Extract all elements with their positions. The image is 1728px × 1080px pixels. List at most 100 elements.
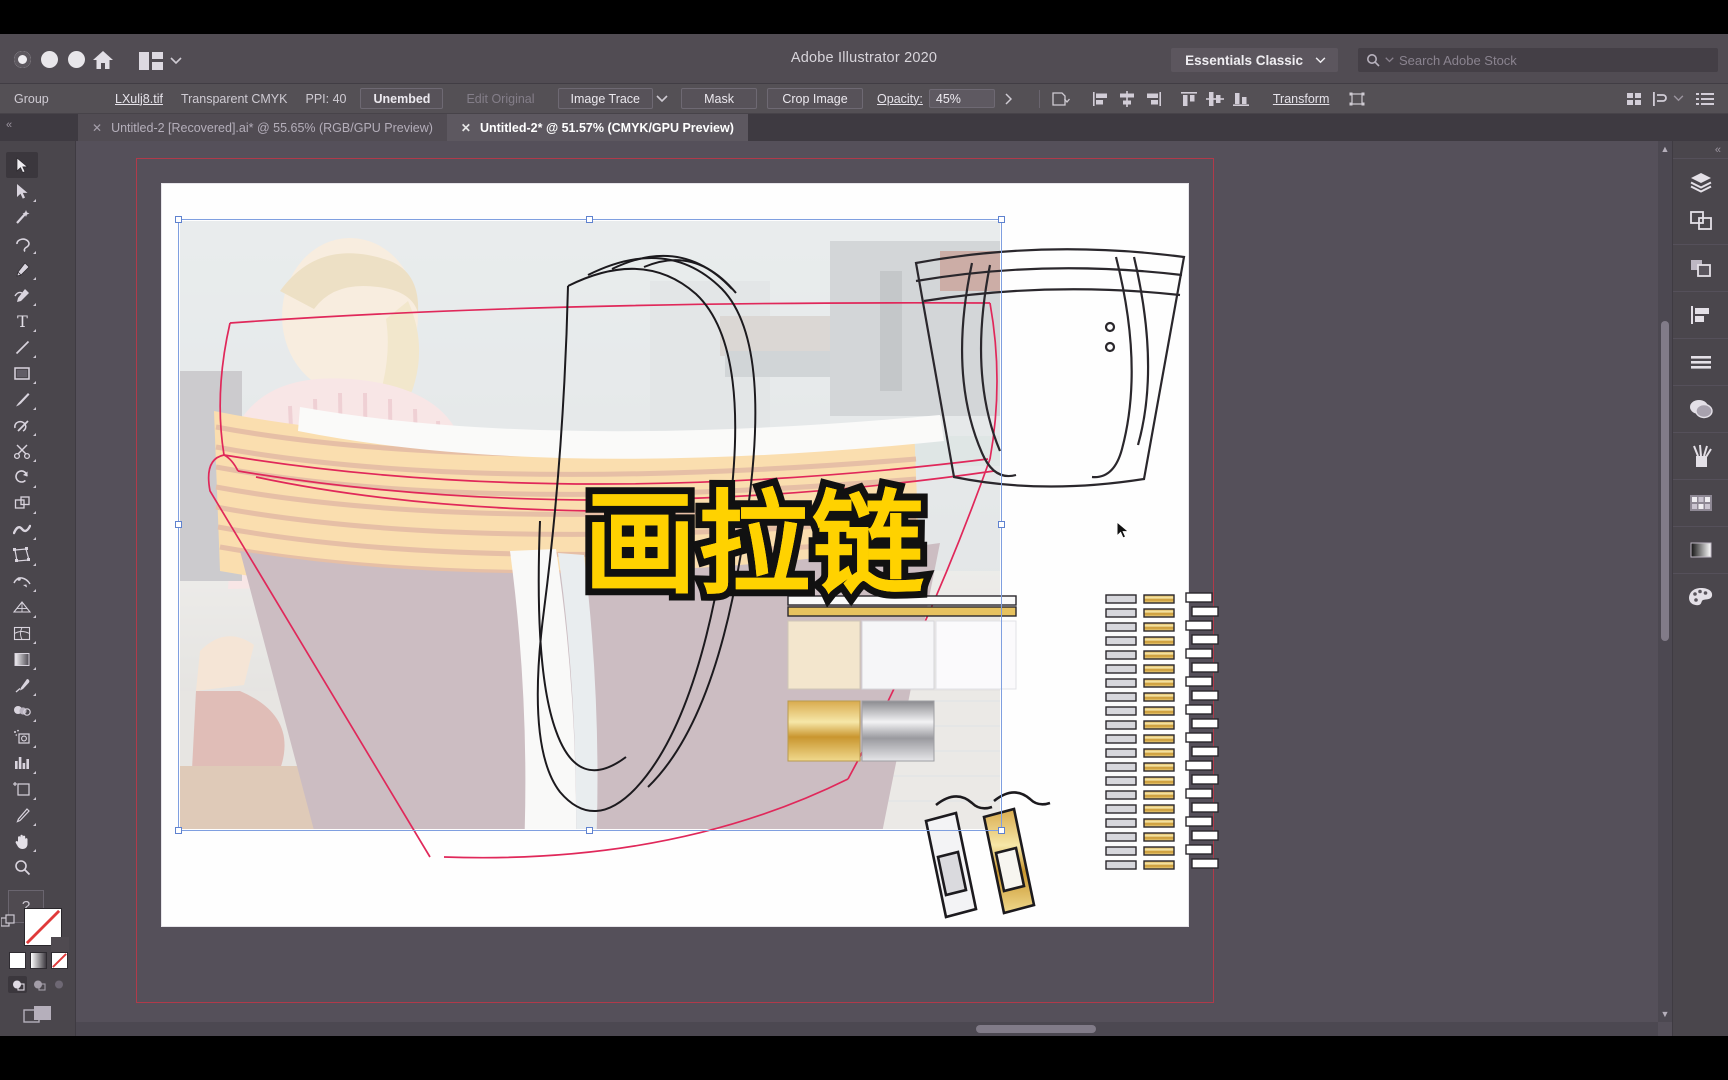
align-panel-button[interactable] [1681,299,1721,331]
align-left-icon[interactable] [1088,88,1114,110]
document-setup-icon[interactable] [1692,88,1718,110]
tools-panel-grip[interactable] [0,141,75,150]
stroke-panel-button[interactable] [1681,346,1721,378]
crop-image-button[interactable]: Crop Image [767,88,864,109]
workspace-switcher[interactable]: Essentials Classic [1171,48,1338,72]
close-tab-icon[interactable]: ✕ [461,121,471,135]
lasso-tool[interactable] [6,230,38,256]
color-panel-button[interactable] [1681,581,1721,613]
opacity-options-arrow[interactable] [995,88,1021,110]
document-tab-2[interactable]: ✕ Untitled-2* @ 51.57% (CMYK/GPU Preview… [446,114,748,141]
none-slash-icon [25,909,61,945]
mask-button[interactable]: Mask [681,88,758,109]
title-bar: Adobe Illustrator 2020 Essentials Classi… [0,34,1728,84]
color-swatch[interactable] [9,952,26,969]
dock-group-1 [1673,158,1728,244]
swap-fill-stroke-icon[interactable] [1,914,17,929]
shape-builder-tool[interactable] [6,490,38,516]
free-transform-tool[interactable] [6,542,38,568]
letterbox-top [0,0,1728,34]
transform-button[interactable]: Transform [1264,92,1339,106]
none-swatch[interactable] [51,952,68,969]
type-tool[interactable]: T [6,308,38,334]
width-tool[interactable] [6,516,38,542]
collapse-panels-icon[interactable]: « [1673,141,1728,158]
appearance-panel-button[interactable] [1681,393,1721,425]
vertical-scroll-thumb[interactable] [1661,321,1669,641]
linked-file-name[interactable]: LXulj8.tif [106,92,172,106]
stroke-swatch-none[interactable] [24,908,69,955]
shaper-tool[interactable] [6,412,38,438]
align-top-icon[interactable] [1176,88,1202,110]
align-bottom-icon[interactable] [1228,88,1254,110]
appearance-icon [1689,400,1713,419]
draw-normal-mode[interactable] [8,976,27,993]
opacity-input[interactable]: 45% [928,89,995,108]
swatches-panel-button[interactable] [1681,487,1721,519]
horizontal-scrollbar[interactable] [76,1022,1658,1036]
magic-wand-tool[interactable] [6,204,38,230]
distribute-icon[interactable] [1647,88,1673,110]
change-screen-mode-icon[interactable] [0,993,75,1027]
rotate-tool[interactable] [6,464,38,490]
isolate-selected-object-icon[interactable] [1344,88,1370,110]
close-tab-icon[interactable]: ✕ [92,121,102,135]
gradient-panel-button[interactable] [1681,534,1721,566]
eyedropper-tool[interactable] [6,672,38,698]
gradient-tool[interactable] [6,646,38,672]
vertical-scrollbar[interactable]: ▲ ▼ [1658,141,1672,1022]
horizontal-scroll-thumb[interactable] [976,1025,1096,1033]
slice-tool[interactable] [6,802,38,828]
paintbrush-tool[interactable] [6,386,38,412]
artboards-panel-button[interactable] [1681,205,1721,237]
selection-tool[interactable] [6,152,38,178]
direct-selection-tool[interactable] [6,178,38,204]
pathfinder-icon [1690,260,1711,277]
blend-tool[interactable] [6,698,38,724]
chevron-down-icon[interactable] [656,94,668,103]
perspective-grid-tool[interactable] [6,594,38,620]
draw-behind-mode[interactable] [29,976,48,993]
dock-group-6 [1673,432,1728,479]
column-graph-tool[interactable] [6,750,38,776]
align-horizontal-center-icon[interactable] [1114,88,1140,110]
opacity-label[interactable]: Opacity: [868,92,923,106]
draw-inside-mode[interactable] [50,976,69,993]
line-segment-tool[interactable] [6,334,38,360]
stock-search-field[interactable]: Search Adobe Stock [1358,48,1718,72]
brushes-panel-button[interactable] [1681,440,1721,472]
swatches-icon [1689,495,1712,511]
align-vertical-center-icon[interactable] [1202,88,1228,110]
rectangle-tool[interactable] [6,360,38,386]
artboard-tool[interactable] [6,776,38,802]
unembed-button[interactable]: Unembed [360,88,444,109]
gradient-swatch[interactable] [30,952,47,969]
scroll-up-arrow[interactable]: ▲ [1659,143,1671,155]
pathfinder-panel-button[interactable] [1681,252,1721,284]
puppet-warp-tool[interactable] [6,568,38,594]
document-tab-1-label: Untitled-2 [Recovered].ai* @ 55.65% (RGB… [111,120,433,135]
recolor-artwork-icon[interactable] [1048,88,1074,110]
collapse-tabs-icon[interactable]: « [6,119,12,131]
symbol-sprayer-tool[interactable] [6,724,38,750]
hand-tool[interactable] [6,828,38,854]
mesh-tool[interactable] [6,620,38,646]
document-tab-bar: « ✕ Untitled-2 [Recovered].ai* @ 55.65% … [0,114,1728,141]
arrange-grid-icon[interactable] [1621,88,1647,110]
canvas-area[interactable]: 画拉链 画拉链 ▲ ▼ [76,141,1672,1036]
curvature-tool[interactable] [6,282,38,308]
edit-toolbar-icon[interactable] [0,1027,75,1036]
scissors-tool[interactable] [6,438,38,464]
image-trace-button[interactable]: Image Trace [557,88,654,109]
layers-panel-button[interactable] [1681,166,1721,198]
brushes-icon [1692,444,1712,467]
scroll-down-arrow[interactable]: ▼ [1659,1008,1671,1020]
document-tab-1[interactable]: ✕ Untitled-2 [Recovered].ai* @ 55.65% (R… [78,114,447,141]
chevron-down-icon[interactable] [1673,95,1684,102]
align-icon [1690,306,1709,324]
align-right-icon[interactable] [1140,88,1166,110]
pen-tool[interactable] [6,256,38,282]
panel-dock: « [1672,141,1728,1036]
letterbox-bottom [0,1036,1728,1080]
zoom-tool[interactable] [6,854,38,880]
